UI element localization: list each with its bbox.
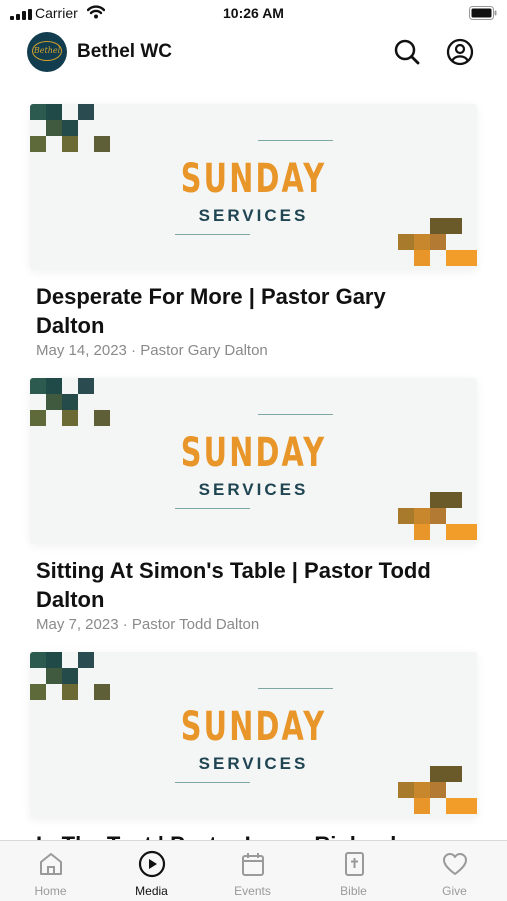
app-header: Bethel Bethel WC bbox=[0, 28, 507, 78]
home-icon bbox=[40, 853, 62, 875]
tab-events-label: Events bbox=[234, 884, 271, 898]
graphic-title: SUNDAY bbox=[180, 704, 327, 750]
heart-icon bbox=[443, 853, 467, 875]
graphic-title: SUNDAY bbox=[180, 156, 327, 202]
sermon-title[interactable]: Sitting At Simon's Table | Pastor Todd D… bbox=[36, 556, 436, 614]
graphic-subtitle: SERVICES bbox=[198, 480, 309, 499]
graphic-title: SUNDAY bbox=[180, 430, 327, 476]
logo-text: Bethel bbox=[32, 41, 62, 61]
church-logo[interactable]: Bethel bbox=[27, 32, 67, 72]
sermon-meta: May 7, 2023 · Pastor Todd Dalton bbox=[36, 616, 260, 633]
sermon-thumbnail[interactable]: SUNDAY SERVICES bbox=[30, 104, 477, 270]
tab-bar: Home Media Events Bible Give bbox=[0, 840, 507, 901]
tab-events[interactable]: Events bbox=[202, 841, 303, 901]
graphic-subtitle: SERVICES bbox=[198, 754, 309, 773]
tab-bible[interactable]: Bible bbox=[303, 841, 404, 901]
tab-home[interactable]: Home bbox=[0, 841, 101, 901]
media-card[interactable]: SUNDAY SERVICES Sitting At Simon's Table… bbox=[30, 378, 480, 633]
tab-home-label: Home bbox=[34, 884, 67, 898]
play-circle-icon bbox=[138, 850, 166, 878]
graphic-subtitle: SERVICES bbox=[198, 206, 309, 225]
tab-give[interactable]: Give bbox=[404, 841, 505, 901]
page-title: Bethel WC bbox=[77, 41, 172, 62]
account-icon[interactable] bbox=[445, 37, 475, 67]
tab-bible-label: Bible bbox=[340, 884, 367, 898]
sermon-thumbnail[interactable]: SUNDAY SERVICES bbox=[30, 652, 477, 818]
clock: 10:26 AM bbox=[223, 5, 284, 21]
tab-give-label: Give bbox=[442, 884, 467, 898]
calendar-icon bbox=[242, 853, 264, 876]
status-bar: Carrier 10:26 AM bbox=[0, 0, 507, 28]
sermon-meta: May 14, 2023 · Pastor Gary Dalton bbox=[36, 342, 268, 359]
media-feed: SUNDAY SERVICES Desperate For More | Pas… bbox=[0, 78, 507, 842]
battery-icon bbox=[469, 6, 497, 20]
tab-media-label: Media bbox=[135, 884, 168, 898]
bible-icon bbox=[345, 852, 364, 876]
media-card[interactable]: SUNDAY SERVICES Desperate For More | Pas… bbox=[30, 104, 480, 359]
search-icon[interactable] bbox=[392, 37, 422, 67]
sermon-thumbnail[interactable]: SUNDAY SERVICES bbox=[30, 378, 477, 544]
sermon-title[interactable]: Desperate For More | Pastor Gary Dalton bbox=[36, 282, 436, 340]
media-card[interactable]: SUNDAY SERVICES In The Tent | Pastor Luc… bbox=[30, 652, 480, 842]
tab-media[interactable]: Media bbox=[101, 841, 202, 901]
